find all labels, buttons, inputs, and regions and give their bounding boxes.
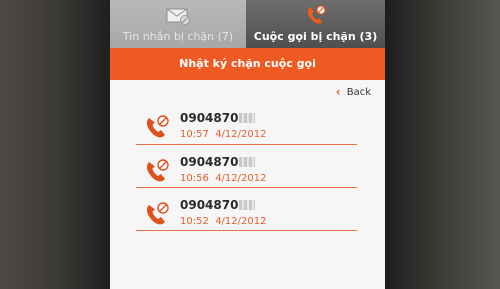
masked-digits xyxy=(239,157,256,167)
call-log-item[interactable]: 0904870 10:52 4/12/2012 xyxy=(110,191,385,235)
call-timestamp: 10:52 4/12/2012 xyxy=(180,216,267,227)
tab-blocked-messages[interactable]: Tin nhắn bị chặn (7) xyxy=(110,0,246,48)
device-bezel-right xyxy=(385,0,500,289)
tab-bar: Tin nhắn bị chặn (7) Cuộc gọi bị chặn (3… xyxy=(110,0,385,48)
device-bezel-left xyxy=(0,0,110,289)
call-log-item[interactable]: 0904870 10:57 4/12/2012 xyxy=(110,104,385,148)
divider xyxy=(136,230,357,231)
call-log-list: ‹ Back 0904870 10:57 4/12/2012 0904870 1… xyxy=(110,80,385,289)
call-timestamp: 10:56 4/12/2012 xyxy=(180,173,267,184)
tab-blocked-calls-label: Cuộc gọi bị chặn (3) xyxy=(253,30,378,43)
caller-number: 0904870 xyxy=(180,111,256,125)
phone-blocked-icon xyxy=(144,201,170,231)
caller-number: 0904870 xyxy=(180,198,256,212)
back-button[interactable]: ‹ Back xyxy=(336,85,371,99)
back-label: Back xyxy=(346,86,371,98)
call-timestamp: 10:57 4/12/2012 xyxy=(180,129,267,140)
phone-blocked-icon xyxy=(304,4,328,30)
tab-blocked-messages-label: Tin nhắn bị chặn (7) xyxy=(122,30,234,43)
divider xyxy=(136,187,357,188)
masked-digits xyxy=(239,113,256,123)
phone-screen: Tin nhắn bị chặn (7) Cuộc gọi bị chặn (3… xyxy=(110,0,385,289)
masked-digits xyxy=(239,200,256,210)
page-title: Nhật ký chặn cuộc gọi xyxy=(110,48,385,80)
phone-blocked-icon xyxy=(144,114,170,144)
caller-number: 0904870 xyxy=(180,155,256,169)
tab-blocked-calls[interactable]: Cuộc gọi bị chặn (3) xyxy=(246,0,385,48)
phone-blocked-icon xyxy=(144,158,170,188)
call-log-item[interactable]: 0904870 10:56 4/12/2012 xyxy=(110,148,385,192)
chevron-left-icon: ‹ xyxy=(335,85,341,99)
divider xyxy=(136,144,357,145)
envelope-blocked-icon xyxy=(165,4,191,30)
